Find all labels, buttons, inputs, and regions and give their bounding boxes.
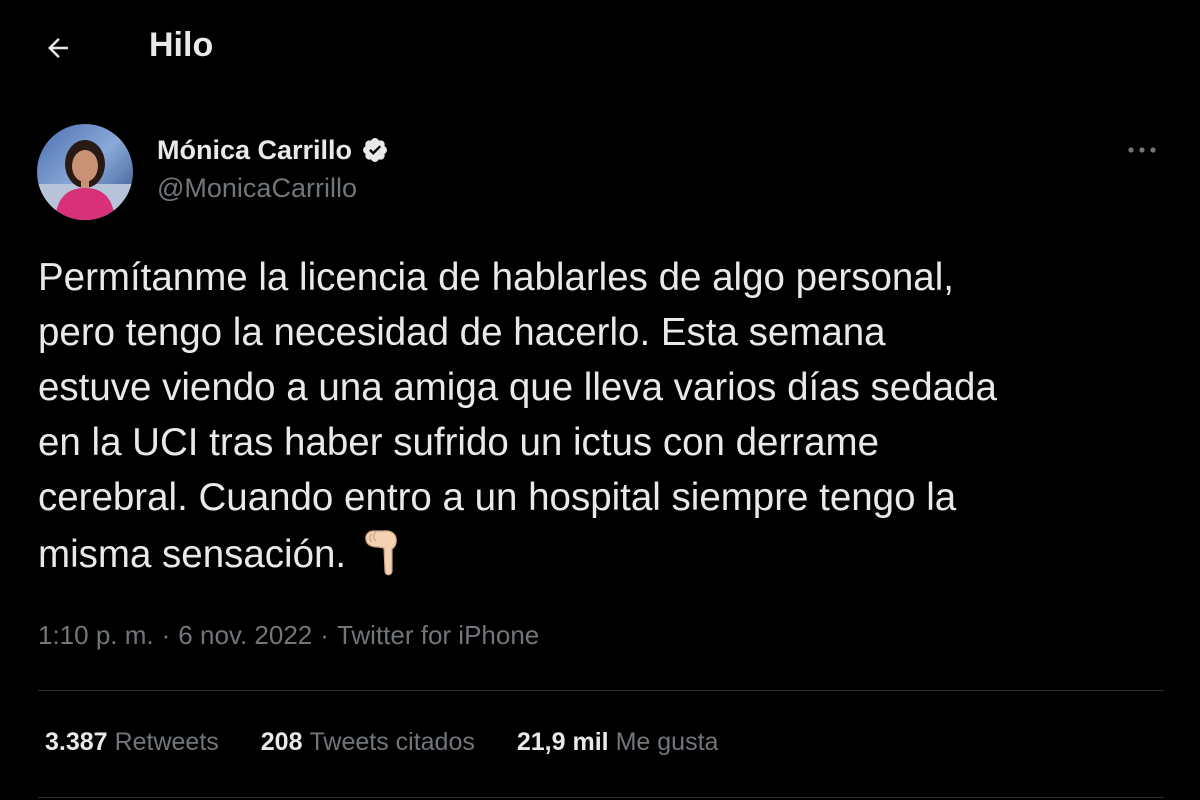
- author-name[interactable]: Mónica Carrillo: [157, 135, 352, 166]
- pointing-down-hand-icon: [360, 525, 408, 581]
- tweet-text: Permítanme la licencia de hablarles de a…: [38, 250, 1168, 582]
- verified-badge-icon: [360, 135, 390, 165]
- retweets-count: 3.387: [45, 728, 108, 756]
- meta-separator: ·: [320, 620, 329, 650]
- retweets-label: Retweets: [114, 728, 219, 756]
- tweet-thread-view: Hilo Mónica Carrillo @MonicaCarrillo Per…: [0, 0, 1200, 800]
- divider: [38, 690, 1164, 691]
- author-name-row: Mónica Carrillo: [157, 132, 390, 168]
- quote-tweets-stat[interactable]: 208 Tweets citados: [261, 728, 475, 757]
- header-bar: Hilo: [0, 0, 1200, 100]
- retweets-stat[interactable]: 3.387 Retweets: [45, 728, 219, 757]
- tweet-date[interactable]: 6 nov. 2022: [178, 620, 312, 651]
- avatar-image: [37, 124, 133, 220]
- tweet-body: Permítanme la licencia de hablarles de a…: [38, 256, 997, 576]
- quotes-count: 208: [260, 728, 303, 756]
- more-horizontal-icon: [1128, 147, 1156, 153]
- avatar[interactable]: [37, 124, 133, 220]
- tweet-source[interactable]: Twitter for iPhone: [337, 620, 539, 651]
- more-options-button[interactable]: [1118, 132, 1166, 168]
- meta-separator: ·: [161, 620, 171, 650]
- likes-count: 21,9 mil: [516, 728, 609, 756]
- arrow-left-icon: [48, 38, 68, 58]
- page-title: Hilo: [149, 26, 214, 64]
- back-button[interactable]: [34, 24, 82, 72]
- likes-stat[interactable]: 21,9 mil Me gusta: [517, 728, 719, 757]
- tweet-time[interactable]: 1:10 p. m.: [38, 620, 154, 651]
- quotes-label: Tweets citados: [309, 728, 475, 756]
- tweet-meta: 1:10 p. m. · 6 nov. 2022 · Twitter for i…: [38, 620, 539, 651]
- divider: [38, 797, 1164, 798]
- likes-label: Me gusta: [615, 728, 719, 756]
- author-handle[interactable]: @MonicaCarrillo: [157, 173, 357, 204]
- tweet-stats: 3.387 Retweets 208 Tweets citados 21,9 m…: [45, 728, 760, 757]
